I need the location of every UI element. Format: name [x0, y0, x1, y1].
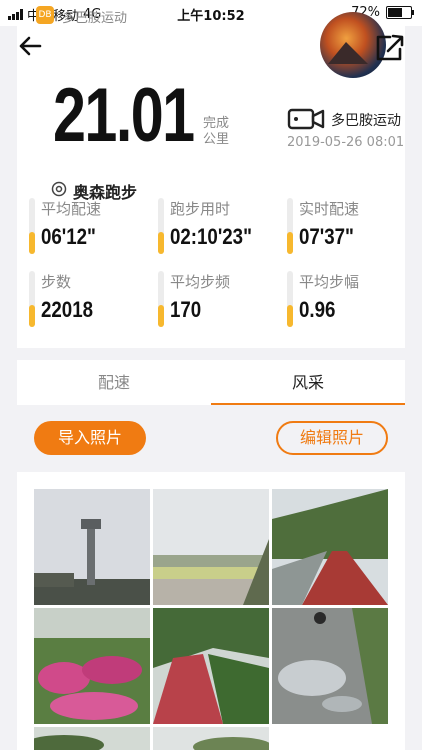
activity-date: 2019-05-26 08:01	[287, 135, 405, 150]
photo-thumbnail[interactable]	[34, 727, 150, 750]
stat-run-duration: 跑步用时 02:10'23"	[158, 198, 278, 256]
photo-thumbnail[interactable]	[153, 727, 269, 750]
photo-thumbnail[interactable]	[272, 489, 388, 605]
stat-label: 平均步幅	[299, 273, 360, 291]
stat-avg-stride: 平均步幅 0.96	[287, 271, 407, 329]
unit-line-complete: 完成	[203, 116, 230, 131]
distance-unit: 完成 公里	[203, 116, 229, 148]
stat-avg-pace: 平均配速 06'12"	[29, 198, 149, 256]
stat-value: 0.96	[299, 297, 336, 322]
photo-gallery	[17, 472, 405, 750]
battery-icon	[386, 6, 414, 19]
location-pin-icon	[51, 181, 67, 197]
stat-value: 02:10'23"	[170, 224, 252, 249]
app-name: 多巴胺运动	[62, 11, 128, 26]
stat-value: 170	[170, 297, 202, 322]
stat-live-pace: 实时配速 07'37"	[287, 198, 407, 256]
import-photos-button[interactable]: 导入照片	[34, 421, 146, 455]
stat-label: 实时配速	[299, 200, 360, 218]
share-icon[interactable]	[372, 33, 406, 63]
back-arrow-icon[interactable]	[16, 34, 44, 58]
tab-bar: 配速 风采	[17, 360, 405, 405]
photo-thumbnail[interactable]	[153, 608, 269, 724]
stat-label: 步数	[41, 273, 72, 291]
app-badge-icon: DB	[36, 6, 54, 24]
photo-thumbnail[interactable]	[34, 608, 150, 724]
stat-label: 平均步频	[170, 273, 231, 291]
tab-style[interactable]: 风采	[211, 360, 405, 405]
photo-thumbnail[interactable]	[34, 489, 150, 605]
edit-photos-button[interactable]: 编辑照片	[276, 421, 388, 455]
photo-thumbnail[interactable]	[153, 489, 269, 605]
stat-label: 跑步用时	[170, 200, 231, 218]
unit-line-km: 公里	[203, 132, 230, 147]
stat-value: 07'37"	[299, 224, 354, 249]
stat-label: 平均配速	[41, 200, 102, 218]
device-camera-icon	[287, 108, 325, 130]
stat-value: 06'12"	[41, 224, 96, 249]
stat-steps: 步数 22018	[29, 271, 149, 329]
stat-avg-cadence: 平均步频 170	[158, 271, 278, 329]
tab-pace[interactable]: 配速	[17, 360, 211, 405]
photo-thumbnail[interactable]	[272, 608, 388, 724]
stat-value: 22018	[41, 297, 94, 322]
distance-value: 21.01	[53, 73, 195, 158]
device-brand: 多巴胺运动	[331, 113, 401, 129]
